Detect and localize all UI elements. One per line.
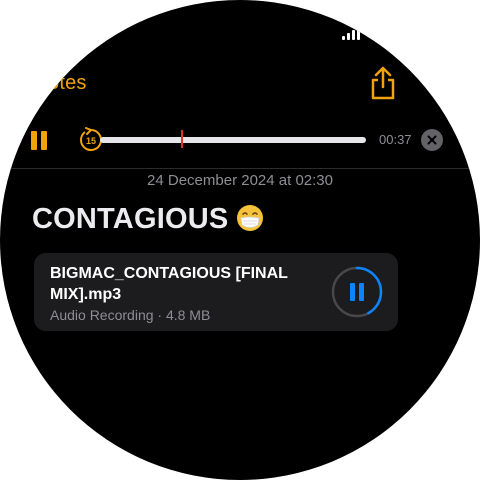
attachment-pause-button[interactable] [330,265,384,319]
note-title[interactable]: CONTAGIOUS [32,200,264,236]
scrubber-playhead[interactable] [181,130,184,148]
pause-icon[interactable] [28,130,50,152]
face-with-medical-mask-emoji [237,205,264,231]
elapsed-time: 00:37 [379,132,412,147]
close-icon[interactable] [421,129,443,151]
note-date: 24 December 2024 at 02:30 [147,172,333,189]
note-title-text: CONTAGIOUS [32,203,229,235]
battery-icon [370,25,384,39]
scrubber-track[interactable] [100,137,366,143]
divider [0,168,480,169]
audio-attachment[interactable]: BIGMAC_CONTAGIOUS [FINAL MIX].mp3 Audio … [34,253,398,331]
skip-seconds-label: 15 [86,136,96,146]
attachment-meta: Audio Recording · 4.8 MB [50,307,211,323]
back-button[interactable]: otes [48,72,87,95]
navigation-bar: otes [0,60,480,108]
screen: otes 15 00:37 24 December 2024 at 02:30 … [0,0,480,480]
status-bar [0,0,480,40]
status-indicator [96,26,114,34]
attachment-file-name: BIGMAC_CONTAGIOUS [FINAL MIX].mp3 [50,265,288,303]
share-icon[interactable] [368,66,398,100]
signal-icon [342,28,364,40]
